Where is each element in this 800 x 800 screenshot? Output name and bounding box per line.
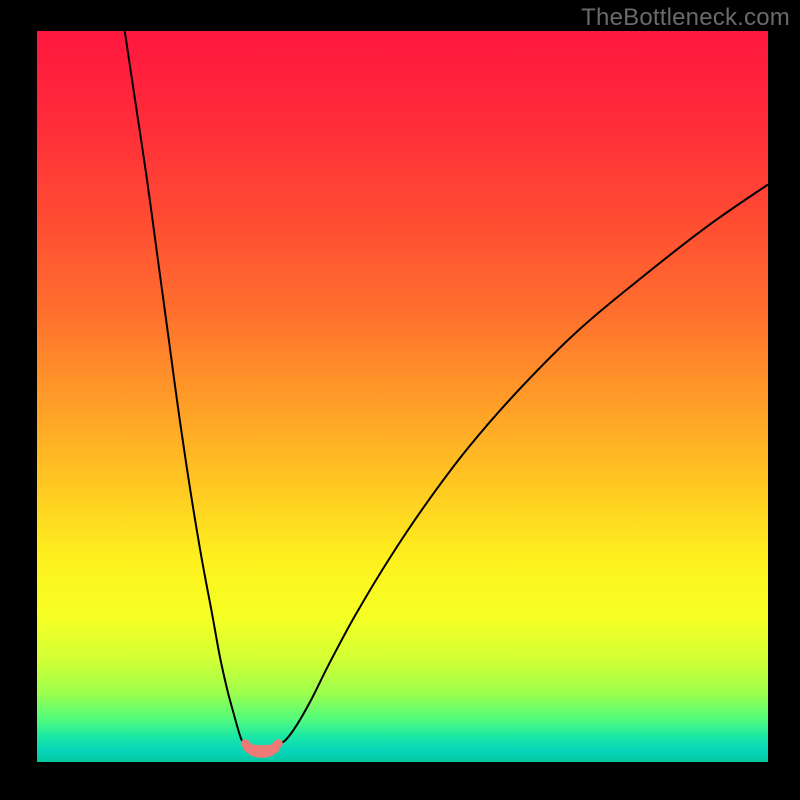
left-curve — [125, 31, 246, 744]
markers-group — [241, 739, 283, 758]
curve-layer — [37, 31, 768, 762]
marker-dot — [274, 739, 283, 748]
watermark-text: TheBottleneck.com — [581, 4, 790, 32]
right-curve — [278, 185, 768, 744]
plot-area — [37, 31, 768, 762]
chart-stage: TheBottleneck.com — [0, 0, 800, 800]
